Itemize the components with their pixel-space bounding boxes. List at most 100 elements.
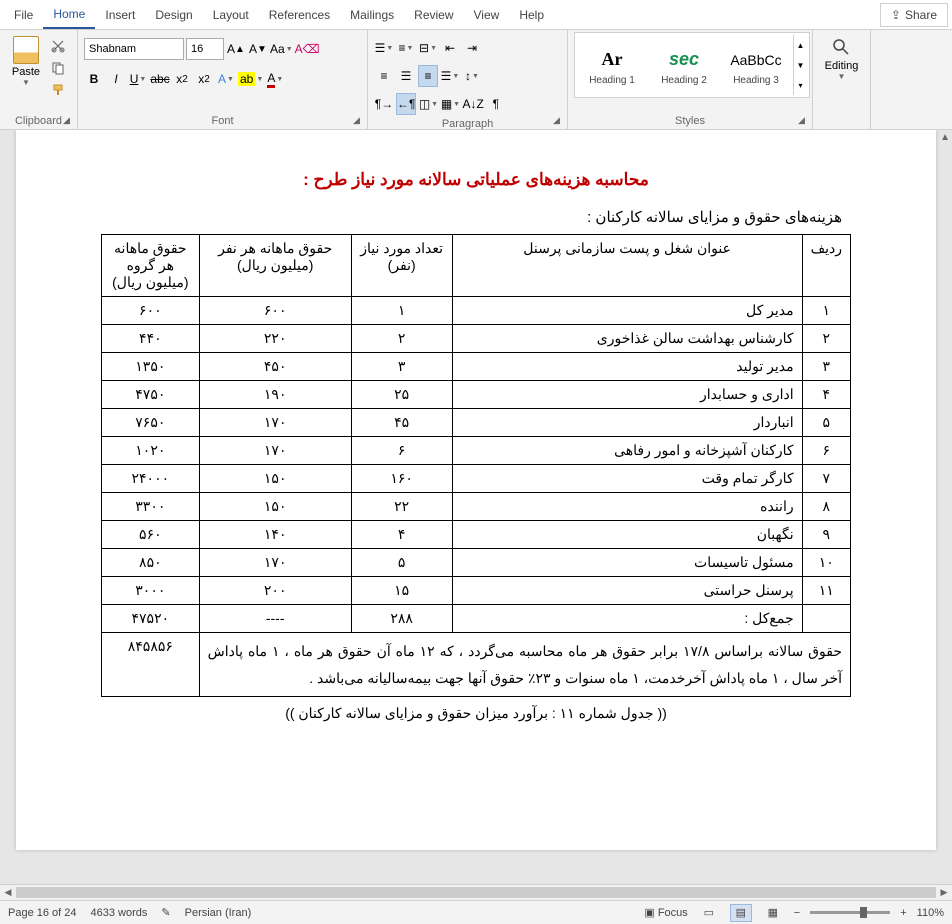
cell-count: ۱۵ [351, 577, 452, 605]
line-spacing-button[interactable]: ↕▼ [462, 65, 482, 87]
group-clipboard: Paste ▼ Clipboard ◢ [0, 30, 78, 129]
status-language[interactable]: Persian (Iran) [185, 907, 252, 919]
share-button[interactable]: ⇪ Share [880, 3, 948, 27]
scroll-thumb[interactable] [16, 887, 936, 898]
style-name: Heading 2 [661, 75, 707, 86]
focus-label: Focus [658, 907, 688, 919]
footnote-text: حقوق سالانه براساس ۱۷/۸ برابر حقوق هر ما… [199, 633, 850, 697]
font-color-button[interactable]: A▼ [265, 68, 285, 90]
grow-font-button[interactable]: A▲ [226, 38, 246, 60]
style-heading2[interactable]: sec Heading 2 [649, 35, 719, 95]
document-content[interactable]: محاسبه هزینه‌های عملیاتی سالانه مورد نیا… [16, 170, 936, 722]
align-center-button[interactable]: ☰ [396, 65, 416, 87]
table-total-row: جمع‌کل : ۲۸۸ ---- ۴۷۵۲۰ [102, 605, 851, 633]
highlight-button[interactable]: ab▼ [238, 68, 263, 90]
tab-view[interactable]: View [464, 2, 510, 28]
gallery-expand[interactable]: ▾ [794, 75, 807, 95]
font-size-input[interactable] [186, 38, 224, 60]
cut-button[interactable] [50, 38, 66, 54]
format-painter-button[interactable] [50, 82, 66, 98]
tab-home[interactable]: Home [43, 1, 95, 29]
subscript-button[interactable]: x2 [172, 68, 192, 90]
style-heading1[interactable]: Ar Heading 1 [577, 35, 647, 95]
borders-button[interactable]: ▦▼ [440, 93, 460, 115]
bullets-button[interactable]: ☰▼ [374, 37, 394, 59]
decrease-indent-button[interactable]: ⇤ [440, 37, 460, 59]
read-mode-button[interactable]: ▭ [698, 904, 720, 922]
cell-count: ۲۵ [351, 381, 452, 409]
shading-button[interactable]: ◫▼ [418, 93, 438, 115]
table-row: ۶کارکنان آشپزخانه و امور رفاهی۶۱۷۰۱۰۲۰ [102, 437, 851, 465]
print-layout-button[interactable]: ▤ [730, 904, 752, 922]
scroll-left-button[interactable]: ◀ [0, 885, 16, 900]
align-right-button[interactable]: ≡ [418, 65, 438, 87]
cell-radif: ۵ [802, 409, 850, 437]
gallery-scroll-up[interactable]: ▲ [794, 35, 807, 55]
zoom-slider[interactable] [810, 911, 890, 914]
tab-mailings[interactable]: Mailings [340, 2, 404, 28]
tab-references[interactable]: References [259, 2, 340, 28]
style-heading3[interactable]: AaBbCc Heading 3 [721, 35, 791, 95]
text-effects-button[interactable]: A▼ [216, 68, 236, 90]
scroll-track[interactable] [16, 885, 936, 900]
font-name-input[interactable] [84, 38, 184, 60]
italic-button[interactable]: I [106, 68, 126, 90]
zoom-level[interactable]: 110% [917, 907, 944, 919]
scroll-right-button[interactable]: ▶ [936, 885, 952, 900]
justify-button[interactable]: ☰▼ [440, 65, 460, 87]
paste-label: Paste [12, 66, 40, 78]
tab-insert[interactable]: Insert [95, 2, 145, 28]
group-editing: Editing ▼ [813, 30, 871, 129]
change-case-button[interactable]: Aa▼ [270, 38, 293, 60]
horizontal-scrollbar[interactable]: ◀ ▶ [0, 884, 952, 900]
font-dialog-launcher[interactable]: ◢ [353, 115, 365, 127]
ltr-button[interactable]: ¶→ [374, 93, 394, 115]
tab-file[interactable]: File [4, 2, 43, 28]
rtl-button[interactable]: ←¶ [396, 93, 416, 115]
web-layout-button[interactable]: ▦ [762, 904, 784, 922]
show-marks-button[interactable]: ¶ [486, 93, 506, 115]
zoom-out-button[interactable]: − [794, 907, 800, 919]
multilevel-button[interactable]: ⊟▼ [418, 37, 438, 59]
style-preview: Ar [602, 45, 623, 75]
focus-mode-button[interactable]: ▣ Focus [644, 906, 687, 919]
cell-count: ۲ [351, 325, 452, 353]
tab-review[interactable]: Review [404, 2, 463, 28]
sort-button[interactable]: A↓Z [462, 93, 483, 115]
editing-button[interactable]: Editing ▼ [825, 32, 859, 81]
table-row: ۳مدیر تولید۳۴۵۰۱۳۵۰ [102, 353, 851, 381]
clipboard-dialog-launcher[interactable]: ◢ [63, 115, 75, 127]
total-count: ۲۸۸ [351, 605, 452, 633]
zoom-in-button[interactable]: + [900, 907, 906, 919]
paragraph-dialog-launcher[interactable]: ◢ [553, 115, 565, 127]
cell-position: مدیر تولید [452, 353, 802, 381]
section-title: محاسبه هزینه‌های عملیاتی سالانه مورد نیا… [46, 170, 906, 190]
underline-button[interactable]: U▼ [128, 68, 148, 90]
shrink-font-button[interactable]: A▼ [248, 38, 268, 60]
salary-table: ردیف عنوان شغل و پست سازمانی پرسنل تعداد… [101, 234, 851, 697]
cell-position: نگهبان [452, 521, 802, 549]
styles-dialog-launcher[interactable]: ◢ [798, 115, 810, 127]
tab-layout[interactable]: Layout [203, 2, 259, 28]
tab-design[interactable]: Design [145, 2, 202, 28]
style-preview: AaBbCc [730, 45, 781, 75]
align-left-button[interactable]: ≡ [374, 65, 394, 87]
increase-indent-button[interactable]: ⇥ [462, 37, 482, 59]
strikethrough-button[interactable]: abc [150, 68, 170, 90]
paste-button[interactable]: Paste ▼ [6, 32, 46, 87]
tab-help[interactable]: Help [509, 2, 554, 28]
cell-position: انباردار [452, 409, 802, 437]
spellcheck-icon[interactable]: ✎ [161, 906, 170, 919]
copy-button[interactable] [50, 60, 66, 76]
bold-button[interactable]: B [84, 68, 104, 90]
cell-per-group: ۱۳۵۰ [102, 353, 200, 381]
numbering-button[interactable]: ≡▼ [396, 37, 416, 59]
gallery-scroll-down[interactable]: ▼ [794, 55, 807, 75]
status-page[interactable]: Page 16 of 24 [8, 907, 77, 919]
clear-formatting-button[interactable]: A⌫ [295, 38, 320, 60]
status-words[interactable]: 4633 words [91, 907, 148, 919]
cell-count: ۴ [351, 521, 452, 549]
superscript-button[interactable]: x2 [194, 68, 214, 90]
collapse-ribbon-button[interactable]: ▲ [940, 132, 950, 143]
zoom-thumb[interactable] [860, 907, 867, 918]
